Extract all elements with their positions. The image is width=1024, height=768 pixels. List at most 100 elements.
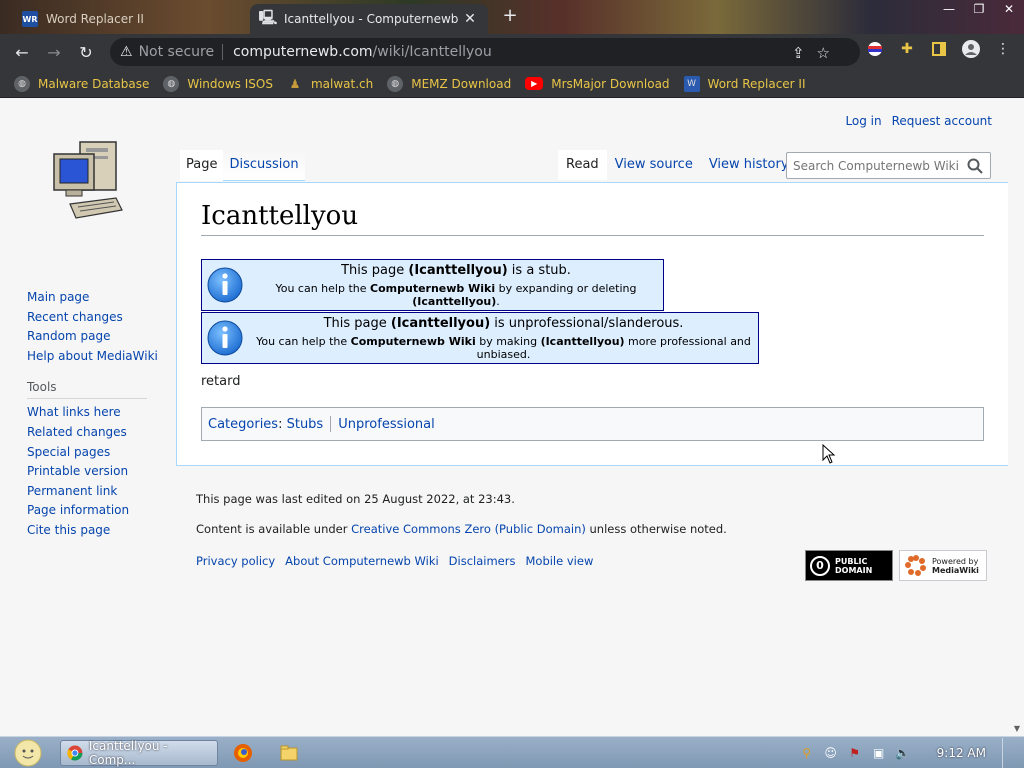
- bookmark-label: MEMZ Download: [411, 76, 512, 91]
- tab-read[interactable]: Read: [558, 150, 607, 180]
- task-title: Icanttellyou - Comp...: [88, 739, 168, 767]
- network-tray-icon[interactable]: ▣: [871, 745, 887, 761]
- scroll-down-icon[interactable]: ▼: [1014, 724, 1020, 733]
- share-icon[interactable]: ⇪: [792, 44, 805, 62]
- tab-discussion[interactable]: Discussion: [223, 150, 305, 181]
- sidebar-item-random-page[interactable]: Random page: [27, 327, 158, 347]
- tab-page[interactable]: Page: [180, 150, 224, 181]
- flag-tray-icon[interactable]: ⚑: [847, 745, 863, 761]
- bookmark-windows-isos[interactable]: ◍ Windows ISOS: [163, 75, 273, 92]
- category-link-stubs[interactable]: Stubs: [287, 417, 324, 432]
- forward-icon[interactable]: →: [38, 36, 70, 68]
- tab-title: Word Replacer II: [46, 12, 144, 26]
- bookmark-memz-download[interactable]: ◍ MEMZ Download: [387, 75, 512, 92]
- notice-page-name: (Icanttellyou): [540, 334, 625, 348]
- maximize-button[interactable]: ❐: [964, 0, 994, 20]
- powered-by-mediawiki-badge[interactable]: Powered by MediaWiki: [899, 550, 987, 581]
- notice-text: is unprofessional/slanderous.: [490, 315, 684, 331]
- minimize-button[interactable]: —: [934, 0, 964, 20]
- emoji-tray-icon[interactable]: ☺: [823, 745, 839, 761]
- bookmark-star-icon[interactable]: ☆: [817, 44, 830, 62]
- search-input[interactable]: [793, 158, 963, 173]
- close-tab-icon[interactable]: ✕: [462, 11, 478, 27]
- categories-colon: :: [278, 416, 287, 432]
- bookmark-malwatch[interactable]: ♟ malwat.ch: [287, 76, 374, 92]
- sidebar-item-printable-version[interactable]: Printable version: [27, 462, 158, 482]
- back-icon[interactable]: ←: [6, 36, 38, 68]
- license-text: Content is available under Creative Comm…: [196, 522, 727, 536]
- notice-detail: You can help the Computernewb Wiki by ma…: [249, 335, 758, 361]
- notice-page-name: (Icanttellyou): [390, 315, 491, 331]
- firefox-icon[interactable]: [232, 742, 254, 764]
- notice-page-name: (Icanttellyou): [408, 262, 508, 278]
- menu-kebab-icon[interactable]: ⋮: [992, 38, 1014, 60]
- sidebar-item-permanent-link[interactable]: Permanent link: [27, 482, 158, 502]
- bookmark-word-replacer[interactable]: W Word Replacer II: [683, 75, 806, 92]
- notice-text: You can help the: [256, 334, 351, 348]
- tab-word-replacer[interactable]: WR Word Replacer II: [12, 4, 248, 34]
- license-pre: Content is available under: [196, 522, 352, 536]
- address-bar[interactable]: ⚠ Not secure computernewb.com/wiki/Icant…: [110, 38, 860, 66]
- volume-tray-icon[interactable]: 🔈: [895, 745, 911, 761]
- info-icon: [207, 320, 243, 356]
- url-path: /wiki/Icanttellyou: [372, 44, 492, 60]
- close-window-button[interactable]: ✕: [994, 0, 1024, 20]
- about-link[interactable]: About Computernewb Wiki: [285, 554, 439, 568]
- sidebar-item-help[interactable]: Help about MediaWiki: [27, 347, 158, 367]
- extensions-puzzle-icon[interactable]: ✚: [896, 38, 918, 60]
- login-link[interactable]: Log in: [845, 114, 881, 128]
- tab-strip: WR Word Replacer II 🖳 Icanttellyou - Com…: [0, 0, 1024, 34]
- omnibox-actions: ⇪ ☆: [792, 44, 830, 62]
- sidebar-item-special-pages[interactable]: Special pages: [27, 443, 158, 463]
- tab-icanttellyou[interactable]: 🖳 Icanttellyou - Computernewb Wiki ✕: [250, 4, 488, 34]
- search-icon[interactable]: [963, 158, 987, 174]
- tools-heading: Tools: [27, 380, 147, 400]
- license-link[interactable]: Creative Commons Zero (Public Domain): [351, 522, 586, 536]
- notice-text: This page: [323, 315, 391, 331]
- info-icon: [207, 267, 243, 303]
- notice-headline: This page (Icanttellyou) is unprofession…: [249, 316, 758, 331]
- request-account-link[interactable]: Request account: [892, 114, 992, 128]
- file-explorer-icon[interactable]: [278, 742, 300, 764]
- page-title: Icanttellyou: [201, 201, 984, 236]
- profile-avatar-icon[interactable]: [960, 38, 982, 60]
- mobile-view-link[interactable]: Mobile view: [525, 554, 593, 568]
- category-link-unprofessional[interactable]: Unprofessional: [338, 417, 435, 432]
- new-tab-button[interactable]: +: [500, 6, 520, 26]
- chrome-icon: [67, 745, 83, 761]
- tab-view-source[interactable]: View source: [607, 150, 701, 180]
- sidebar-item-recent-changes[interactable]: Recent changes: [27, 308, 158, 328]
- reload-icon[interactable]: ↻: [70, 36, 102, 68]
- sidebar-item-cite[interactable]: Cite this page: [27, 521, 158, 541]
- view-tabs: Read View source View history: [558, 150, 797, 180]
- url-text: computernewb.com/wiki/Icanttellyou: [233, 44, 492, 60]
- tab-view-history[interactable]: View history: [701, 150, 797, 180]
- footer-links: Privacy policy About Computernewb Wiki D…: [196, 554, 593, 568]
- extension-flag-icon[interactable]: [864, 38, 886, 60]
- privacy-policy-link[interactable]: Privacy policy: [196, 554, 275, 568]
- start-button[interactable]: [8, 737, 48, 768]
- disclaimers-link[interactable]: Disclaimers: [449, 554, 516, 568]
- taskbar: Icanttellyou - Comp... ⚲ ☺ ⚑ ▣ 🔈 9:12 AM: [0, 736, 1024, 768]
- notice-text: You can help the: [275, 281, 371, 295]
- public-domain-badge[interactable]: 0 PUBLIC DOMAIN: [805, 550, 893, 581]
- word-replacer-icon: W: [683, 75, 700, 92]
- bookmark-mrsmajor-download[interactable]: ▶ MrsMajor Download: [525, 76, 670, 91]
- sidebar-item-what-links-here[interactable]: What links here: [27, 403, 158, 423]
- bookmark-label: Malware Database: [38, 76, 150, 91]
- sidebar-item-related-changes[interactable]: Related changes: [27, 423, 158, 443]
- taskbar-chrome-window[interactable]: Icanttellyou - Comp...: [60, 739, 218, 767]
- show-desktop-button[interactable]: [1002, 738, 1012, 768]
- notice-text: is a stub.: [507, 262, 571, 278]
- youtube-icon: ▶: [525, 77, 544, 90]
- bookmark-label: MrsMajor Download: [551, 76, 670, 91]
- search-tray-icon[interactable]: ⚲: [799, 745, 815, 761]
- sidebar-item-page-information[interactable]: Page information: [27, 501, 158, 521]
- wiki-logo[interactable]: [50, 140, 126, 224]
- side-panel-icon[interactable]: [928, 38, 950, 60]
- bookmark-label: Windows ISOS: [187, 76, 273, 91]
- clock[interactable]: 9:12 AM: [937, 746, 986, 760]
- categories-label-link[interactable]: Categories: [208, 417, 278, 432]
- bookmark-malware-database[interactable]: ◍ Malware Database: [14, 75, 150, 92]
- sidebar-item-main-page[interactable]: Main page: [27, 288, 158, 308]
